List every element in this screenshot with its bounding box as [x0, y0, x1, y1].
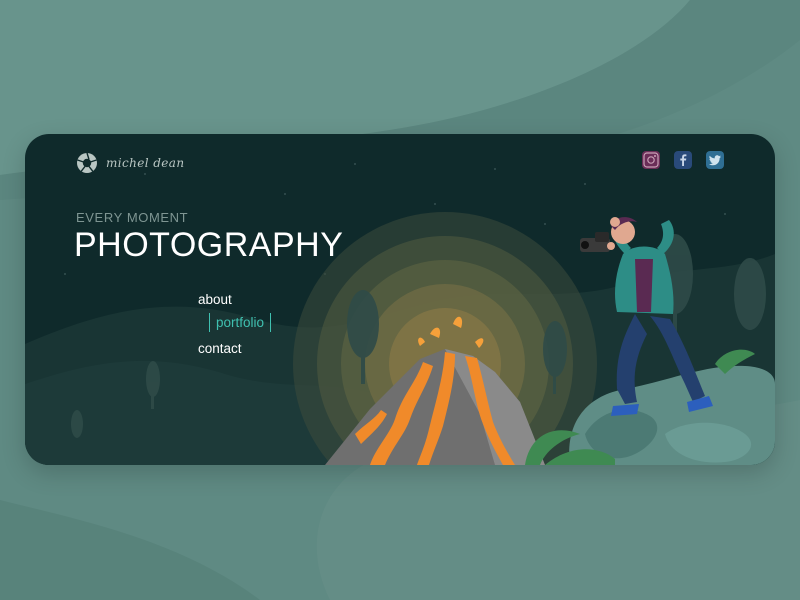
volcano-illustration — [25, 163, 775, 465]
social-links — [641, 150, 725, 170]
hero-eyebrow: EVERY MOMENT — [76, 210, 189, 225]
brand-logo[interactable]: michel dean — [76, 152, 185, 174]
brand-name: michel dean — [106, 156, 185, 170]
nav-item-about[interactable]: about — [198, 291, 232, 308]
camera-shutter-icon — [77, 152, 97, 173]
hero-card: michel dean EVERY MOMENT PHOTOGRAPHY abo… — [25, 134, 775, 465]
twitter-icon[interactable] — [705, 150, 725, 170]
instagram-icon[interactable] — [641, 150, 661, 170]
facebook-icon[interactable] — [673, 150, 693, 170]
nav-item-contact[interactable]: contact — [198, 340, 242, 357]
nav-item-portfolio[interactable]: portfolio — [209, 313, 272, 332]
hero-title: PHOTOGRAPHY — [74, 226, 344, 264]
